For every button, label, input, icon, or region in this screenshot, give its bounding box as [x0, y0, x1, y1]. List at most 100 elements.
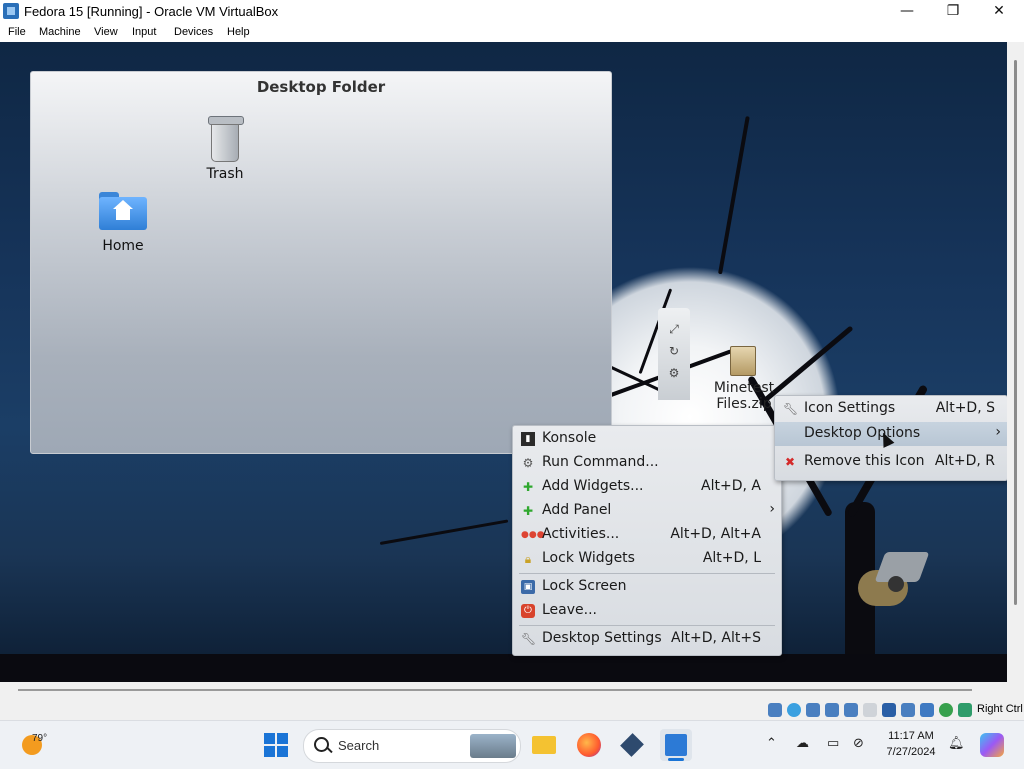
- audio-icon[interactable]: [806, 703, 820, 717]
- optical-drive-icon[interactable]: [787, 703, 801, 717]
- virtualbox-status-bar: Right Ctrl: [0, 682, 1024, 720]
- minetest-zip-desktop-icon[interactable]: Minetest Files.zip: [706, 346, 782, 416]
- fedora-vm-window-button[interactable]: [660, 729, 692, 761]
- run-icon: ⚙: [522, 456, 534, 470]
- virtualbox-manager-button[interactable]: [616, 729, 648, 761]
- show-hidden-icons-button[interactable]: ⌃: [766, 736, 777, 751]
- guest-desktop[interactable]: Desktop Folder Trash Home ⤢ ↻ ⚙ Minetest…: [0, 42, 1007, 682]
- weather-temperature: 79°: [32, 733, 48, 744]
- display-icon[interactable]: [882, 703, 896, 717]
- menu-input[interactable]: Input: [132, 26, 156, 38]
- menu-bar: File Machine View Input Devices Help: [0, 23, 1024, 42]
- mouse-integration-icon[interactable]: [939, 703, 953, 717]
- menu-item-lock-widgets[interactable]: 🔒︎ Lock Widgets Alt+D, L: [513, 547, 781, 571]
- desktop-context-menu: ▮ Konsole ⚙ Run Command... ✚ Add Widgets…: [512, 425, 782, 656]
- firefox-icon: [577, 733, 601, 757]
- clock-time: 11:17 AM: [888, 730, 934, 742]
- display-projection-icon[interactable]: ▭: [827, 736, 839, 751]
- vm-window-icon: [665, 734, 687, 756]
- chevron-right-icon: ›: [769, 501, 775, 517]
- window-title: Fedora 15 [Running] - Oracle VM VirtualB…: [24, 4, 279, 19]
- windows-logo-icon: [264, 733, 288, 757]
- menu-item-remove-icon[interactable]: ✖ Remove this Icon Alt+D, R: [775, 450, 1007, 474]
- menu-item-activities[interactable]: ●●● Activities... Alt+D, Alt+A: [513, 523, 781, 547]
- menu-view[interactable]: View: [94, 26, 118, 38]
- terminal-icon: ▮: [521, 432, 535, 446]
- home-folder-icon: [99, 192, 147, 230]
- shared-folders-icon[interactable]: [863, 703, 877, 717]
- vertical-scrollbar[interactable]: [1007, 42, 1024, 682]
- weather-widget[interactable]: 79°: [20, 733, 66, 759]
- chevron-right-icon: ›: [995, 424, 1001, 440]
- windows-taskbar: 79° Search ⌃ ☁ ▭ ⊘ 11:17 AM 7/27/2024 🔔︎: [0, 720, 1024, 769]
- menu-separator: [519, 625, 775, 626]
- minimize-button[interactable]: —: [884, 0, 930, 23]
- menu-item-add-widgets[interactable]: ✚ Add Widgets... Alt+D, A: [513, 475, 781, 499]
- search-icon: [314, 737, 329, 752]
- wrench-icon: 🔧︎: [783, 402, 799, 416]
- horizontal-scrollbar[interactable]: [18, 689, 972, 691]
- menu-machine[interactable]: Machine: [39, 26, 81, 38]
- menu-item-leave[interactable]: ⏻ Leave...: [513, 599, 781, 623]
- virtualbox-app-icon: [3, 3, 19, 19]
- notification-bell-icon[interactable]: 🔔︎: [948, 736, 965, 751]
- home-desktop-icon[interactable]: Home: [91, 188, 155, 262]
- vt-x-icon[interactable]: [920, 703, 934, 717]
- file-explorer-button[interactable]: [528, 729, 560, 761]
- plus-icon: ✚: [522, 480, 534, 494]
- activities-icon: ●●●: [521, 530, 545, 540]
- minetest-label-line1: Minetest: [713, 380, 775, 396]
- settings-handle-icon[interactable]: ⚙: [666, 366, 682, 380]
- firefox-button[interactable]: [573, 729, 605, 761]
- close-button[interactable]: ✕: [976, 0, 1022, 23]
- home-label: Home: [102, 238, 144, 254]
- menu-help[interactable]: Help: [227, 26, 250, 38]
- trash-icon: [208, 116, 244, 162]
- trash-desktop-icon[interactable]: Trash: [201, 116, 249, 186]
- copilot-icon[interactable]: [980, 733, 1004, 757]
- rotate-handle-icon[interactable]: ↻: [666, 344, 682, 358]
- lock-screen-icon: ▣: [521, 580, 535, 594]
- keyboard-icon[interactable]: [958, 703, 972, 717]
- onedrive-icon[interactable]: ☁: [796, 736, 809, 751]
- menu-item-run-command[interactable]: ⚙ Run Command...: [513, 451, 781, 475]
- network-icon[interactable]: [825, 703, 839, 717]
- menu-item-icon-settings[interactable]: 🔧︎ Icon Settings Alt+D, S: [775, 397, 1007, 421]
- taskbar-search-box[interactable]: Search: [303, 729, 521, 763]
- search-highlight-image: [470, 734, 516, 758]
- zip-archive-icon: [730, 346, 756, 376]
- resize-handle-icon[interactable]: ⤢: [666, 322, 682, 336]
- menu-item-konsole[interactable]: ▮ Konsole: [513, 427, 781, 451]
- host-key-label: Right Ctrl: [977, 703, 1023, 715]
- menu-item-lock-screen[interactable]: ▣ Lock Screen: [513, 575, 781, 599]
- virtualbox-icon: [620, 733, 644, 757]
- menu-item-add-panel[interactable]: ✚ Add Panel ›: [513, 499, 781, 523]
- maximize-button[interactable]: ❐: [930, 0, 976, 23]
- menu-separator: [519, 573, 775, 574]
- window-title-bar: Fedora 15 [Running] - Oracle VM VirtualB…: [0, 0, 1024, 23]
- network-status-icon[interactable]: ⊘: [853, 736, 864, 751]
- folder-icon: [532, 736, 556, 754]
- menu-file[interactable]: File: [8, 26, 26, 38]
- trash-label: Trash: [206, 166, 244, 182]
- folder-title: Desktop Folder: [256, 78, 386, 96]
- scrollbar-thumb[interactable]: [1014, 60, 1017, 605]
- start-button[interactable]: [264, 733, 288, 757]
- search-placeholder: Search: [338, 738, 380, 753]
- minetest-label-line2: Files.zip: [716, 396, 772, 412]
- lock-icon: 🔒︎: [524, 552, 532, 566]
- taskbar-clock[interactable]: 11:17 AM 7/27/2024: [880, 728, 942, 760]
- recording-icon[interactable]: [901, 703, 915, 717]
- remove-icon: ✖: [784, 455, 796, 469]
- mechanical-bird-image: [848, 552, 930, 608]
- wrench-icon: 🔧︎: [521, 632, 537, 646]
- menu-item-desktop-settings[interactable]: 🔧︎ Desktop Settings Alt+D, Alt+S: [513, 627, 781, 651]
- clock-date: 7/27/2024: [886, 746, 936, 758]
- plasma-toolbox[interactable]: ⤢ ↻ ⚙: [658, 308, 690, 400]
- plus-icon: ✚: [522, 504, 534, 518]
- power-icon: ⏻: [521, 604, 535, 618]
- hard-disk-icon[interactable]: [768, 703, 782, 717]
- usb-icon[interactable]: [844, 703, 858, 717]
- menu-devices[interactable]: Devices: [174, 26, 213, 38]
- desktop-folder-widget[interactable]: Desktop Folder Trash Home: [30, 71, 612, 454]
